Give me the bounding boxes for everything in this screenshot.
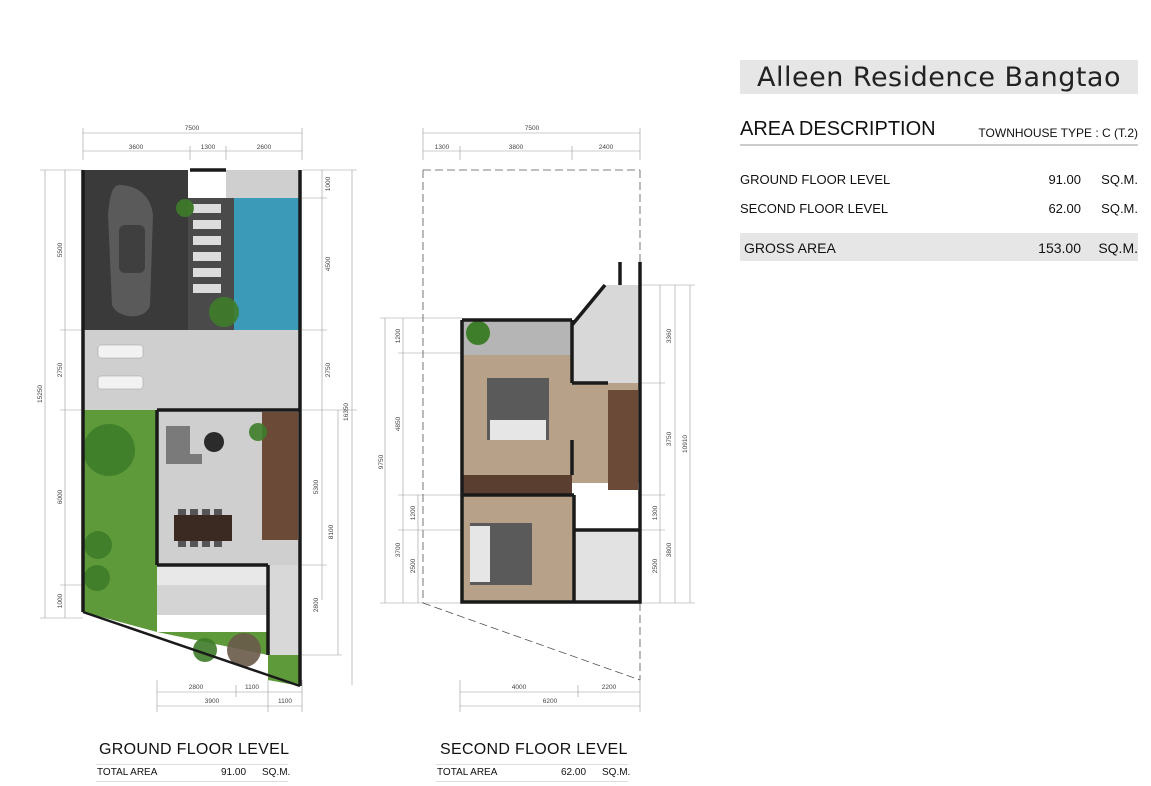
dim-label: 6200 [543,698,558,705]
dim-label: 5300 [313,479,320,494]
dim-label: 2600 [257,144,272,151]
dim-label: 16350 [343,403,350,421]
staircase [262,412,298,540]
dim-label: 2200 [602,684,617,691]
dim-label: 2800 [313,597,320,612]
kitchen [157,565,268,585]
project-title-bar: Alleen Residence Bangtao [740,60,1138,94]
dim-label: 10910 [682,435,689,453]
dim-label: 1000 [325,176,332,191]
dim-label: 7500 [185,125,200,132]
pool-deck [226,170,300,198]
entry [157,585,268,615]
dim-label: 5500 [57,242,64,257]
ground-floor-plan: 7500 3600 1300 2600 15250 5500 2750 6000… [37,125,357,712]
dim-label: 4500 [325,256,332,271]
total-value: 91.00 [221,767,247,778]
dim-label: 3800 [666,542,673,557]
dim-label: 3900 [205,698,220,705]
second-floor-plan: 7500 1300 3800 2400 9750 1200 4850 1200 … [378,125,695,712]
gross-value: 153.00 [1038,240,1081,256]
dim-label: 1300 [652,505,659,520]
area-row-label: SECOND FLOOR LEVEL [740,201,889,216]
ground-total-row: TOTAL AREA 91.00 SQ.M. [96,764,291,782]
total-label: TOTAL AREA [437,767,498,778]
area-description-header: AREA DESCRIPTION TOWNHOUSE TYPE : C (T.2… [740,118,1138,146]
ground-bathroom [268,565,300,655]
dim-label: 2400 [599,144,614,151]
second-total-row: TOTAL AREA 62.00 SQ.M. [436,764,631,782]
area-row-second: SECOND FLOOR LEVEL 62.00 SQ.M. [740,199,1138,219]
gross-label: GROSS AREA [744,240,836,256]
area-row-unit: SQ.M. [1101,201,1138,216]
dim-label: 2750 [325,362,332,377]
area-heading: AREA DESCRIPTION [740,118,936,140]
dim-label: 1100 [278,698,292,705]
terrace [83,330,300,410]
dim-label: 4850 [395,416,402,431]
dim-label: 9750 [378,454,385,469]
dim-label: 1300 [435,144,450,151]
dining-table [174,515,232,541]
total-label: TOTAL AREA [97,767,158,778]
project-title: Alleen Residence Bangtao [757,61,1121,93]
area-row-label: GROUND FLOOR LEVEL [740,172,891,187]
dim-label: 1200 [395,328,402,343]
dim-label: 2800 [189,684,204,691]
car-roof [119,225,145,273]
bed-1 [487,378,549,440]
gross-unit: SQ.M. [1098,240,1138,256]
second-floor-label: SECOND FLOOR LEVEL [440,741,628,758]
dim-label: 1200 [410,505,417,520]
dim-label: 2500 [410,558,417,573]
dim-label: 7500 [525,125,540,132]
dim-label: 1300 [201,144,216,151]
ground-floor-label: GROUND FLOOR LEVEL [99,741,290,758]
dim-label: 4000 [512,684,527,691]
dim-label: 1000 [57,593,64,608]
total-unit: SQ.M. [602,767,631,778]
dim-label: 3360 [666,328,673,343]
dim-label: 3700 [395,542,402,557]
area-row-value: 91.00 [1048,172,1081,187]
dim-label: 3800 [509,144,524,151]
wardrobe [462,475,572,495]
area-row-ground: GROUND FLOOR LEVEL 91.00 SQ.M. [740,170,1138,190]
dim-label: 1100 [245,684,259,691]
swimming-pool [234,198,300,330]
planter [466,321,490,345]
upper-staircase [608,390,638,490]
dim-label: 3750 [666,431,673,446]
area-row-value: 62.00 [1048,201,1081,216]
total-unit: SQ.M. [262,767,291,778]
total-value: 62.00 [561,767,587,778]
dim-label: 2500 [652,558,659,573]
bathroom-2 [575,530,640,602]
gross-area-row: GROSS AREA 153.00 SQ.M. [740,233,1138,261]
area-row-unit: SQ.M. [1101,172,1138,187]
bed-2 [470,523,532,585]
townhouse-type: TOWNHOUSE TYPE : C (T.2) [978,126,1138,140]
dim-label: 15250 [37,385,44,403]
dim-label: 8100 [328,524,335,539]
dim-label: 3600 [129,144,144,151]
bathroom-1 [572,285,640,383]
dim-label: 6000 [57,489,64,504]
dim-label: 2750 [57,362,64,377]
